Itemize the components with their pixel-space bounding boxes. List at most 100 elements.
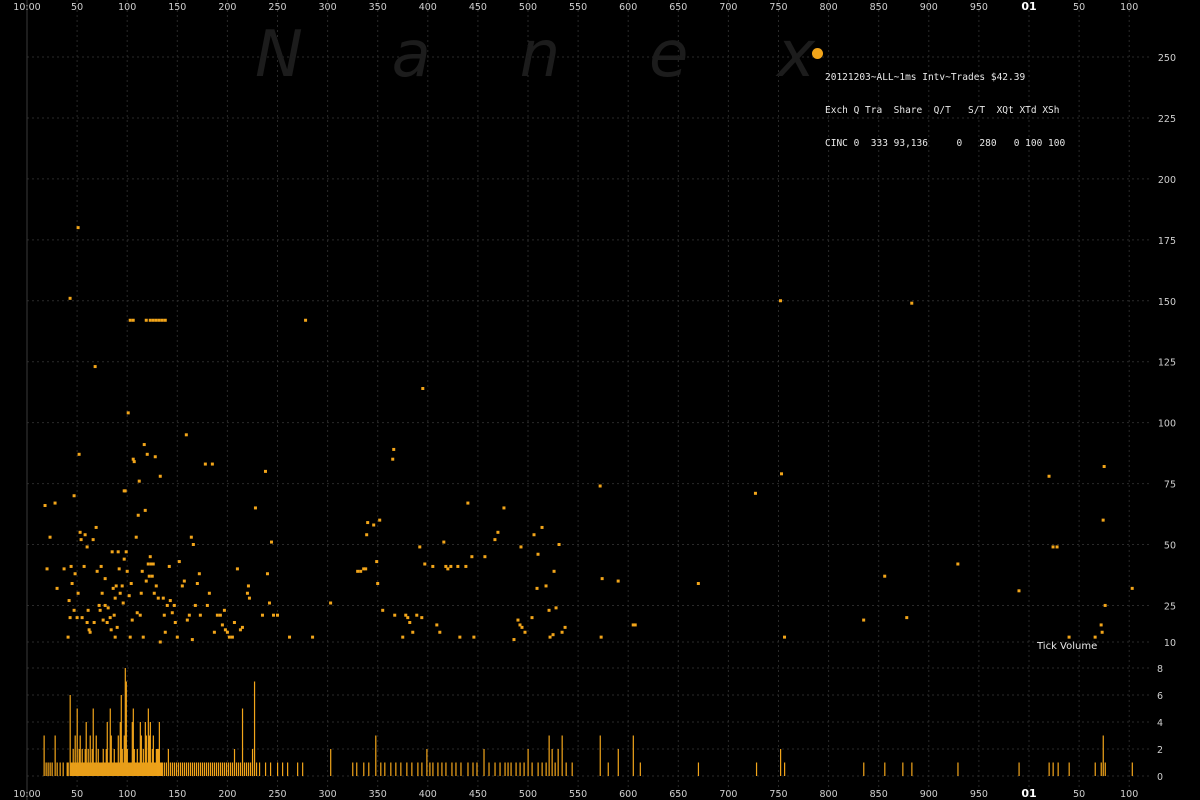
tick-volume-bar: [191, 762, 194, 776]
price-tick-label: 225: [1158, 114, 1176, 125]
bottom-tick-label: 350: [369, 789, 387, 800]
trade-point: [616, 579, 620, 583]
trade-point: [66, 635, 70, 639]
bottom-tick-label: 300: [319, 789, 337, 800]
bottom-tick-label: 850: [870, 789, 888, 800]
trade-point: [140, 569, 144, 573]
tick-volume-bar: [67, 762, 69, 776]
trade-point: [45, 567, 49, 571]
trade-point: [123, 489, 127, 493]
trade-point: [177, 560, 181, 564]
tick-volume-bar: [183, 762, 186, 776]
tick-volume-bar: [45, 762, 47, 776]
top-time-axis: 10:00 50 100 150 200 250 300 350 400 450 500 550 600…: [13, 0, 1138, 13]
trade-point: [154, 318, 158, 322]
trade-point: [633, 623, 637, 627]
tick-volume-bar: [181, 762, 184, 776]
trade-point: [883, 574, 887, 578]
trade-point: [91, 538, 95, 542]
trade-point: [48, 535, 52, 539]
trade-point: [218, 613, 222, 617]
tick-volume-bar: [223, 762, 226, 776]
tick-volume-bar: [571, 762, 573, 776]
tick-volume-bar: [215, 762, 218, 776]
trade-point: [158, 640, 162, 644]
top-tick-label: 150: [168, 2, 186, 13]
trade-point: [132, 460, 136, 464]
trade-point: [113, 635, 117, 639]
tick-volume-bar: [1057, 762, 1059, 776]
trade-point: [43, 504, 47, 507]
bottom-tick-label: 250: [268, 789, 286, 800]
trade-point: [198, 613, 202, 617]
top-tick-label: 600: [619, 2, 637, 13]
tick-volume-bar: [599, 735, 601, 776]
trade-point: [105, 621, 109, 624]
tick-volume-bar: [368, 762, 370, 776]
bottom-tick-label: 100: [1120, 789, 1138, 800]
tick-volume-bar: [472, 762, 474, 776]
tick-volume-bar: [219, 762, 222, 776]
tick-volume-bar: [211, 762, 214, 776]
trade-point: [520, 625, 524, 629]
trade-point: [378, 518, 382, 522]
price-tick-label: 10: [1164, 638, 1176, 649]
trade-point: [185, 618, 189, 622]
tick-volume-bar: [245, 762, 248, 776]
volume-tick-label: 6: [1157, 691, 1163, 702]
trade-point: [141, 635, 145, 639]
tick-volume-bar: [217, 762, 220, 776]
trade-point: [205, 603, 209, 607]
trade-point: [406, 616, 410, 620]
trade-point: [100, 591, 104, 595]
trade-point: [172, 603, 176, 607]
trade-point: [536, 552, 540, 556]
trade-point: [99, 564, 103, 568]
watermark-letter: n: [519, 18, 561, 92]
trade-point: [472, 635, 476, 639]
trade-point: [76, 591, 80, 595]
trade-point: [1047, 474, 1051, 478]
tick-volume-bar: [352, 762, 354, 776]
trade-point: [157, 318, 161, 322]
trade-point: [215, 613, 219, 617]
tick-volume-bar: [302, 762, 304, 776]
trade-point: [95, 569, 99, 573]
tick-volume-bar: [189, 762, 192, 776]
tick-volume-bar: [957, 762, 959, 776]
top-tick-label: 950: [970, 2, 988, 13]
legend-row: CINC 0 333 93,136 0 280 0 100 100: [825, 138, 1066, 149]
price-tick-label: 50: [1164, 541, 1176, 552]
tick-volume-bar: [231, 762, 234, 776]
trade-point: [94, 525, 98, 529]
trade-point: [161, 596, 165, 600]
trade-point: [210, 462, 214, 466]
trade-point: [182, 579, 186, 583]
volume-tick-label: 4: [1157, 718, 1163, 729]
trade-point: [600, 577, 604, 581]
tick-volume-bar: [169, 762, 171, 776]
price-tick-label: 250: [1158, 53, 1176, 64]
trade-point: [117, 567, 121, 571]
tick-volume-bar: [330, 749, 332, 776]
tick-volume-bar: [561, 735, 563, 776]
trade-point: [493, 538, 497, 542]
tick-volume-bar: [1102, 735, 1104, 776]
trade-point: [456, 564, 460, 568]
tick-volume-bar: [507, 762, 509, 776]
trade-point: [263, 469, 267, 473]
trade-point: [170, 611, 174, 615]
top-tick-label: 10:00: [13, 2, 40, 13]
tick-volume-bar: [59, 762, 61, 776]
top-tick-label: 550: [569, 2, 587, 13]
bottom-tick-label: 10:00: [13, 789, 40, 800]
trade-point: [235, 567, 239, 571]
bottom-tick-label: 200: [218, 789, 236, 800]
tick-volume-bar: [258, 762, 261, 776]
tick-volume-bar: [380, 762, 382, 776]
trade-point: [116, 550, 120, 554]
trade-point: [1017, 589, 1021, 593]
tick-volume-bar: [277, 762, 279, 776]
tick-volume-bar: [363, 762, 365, 776]
trade-point: [80, 616, 84, 620]
